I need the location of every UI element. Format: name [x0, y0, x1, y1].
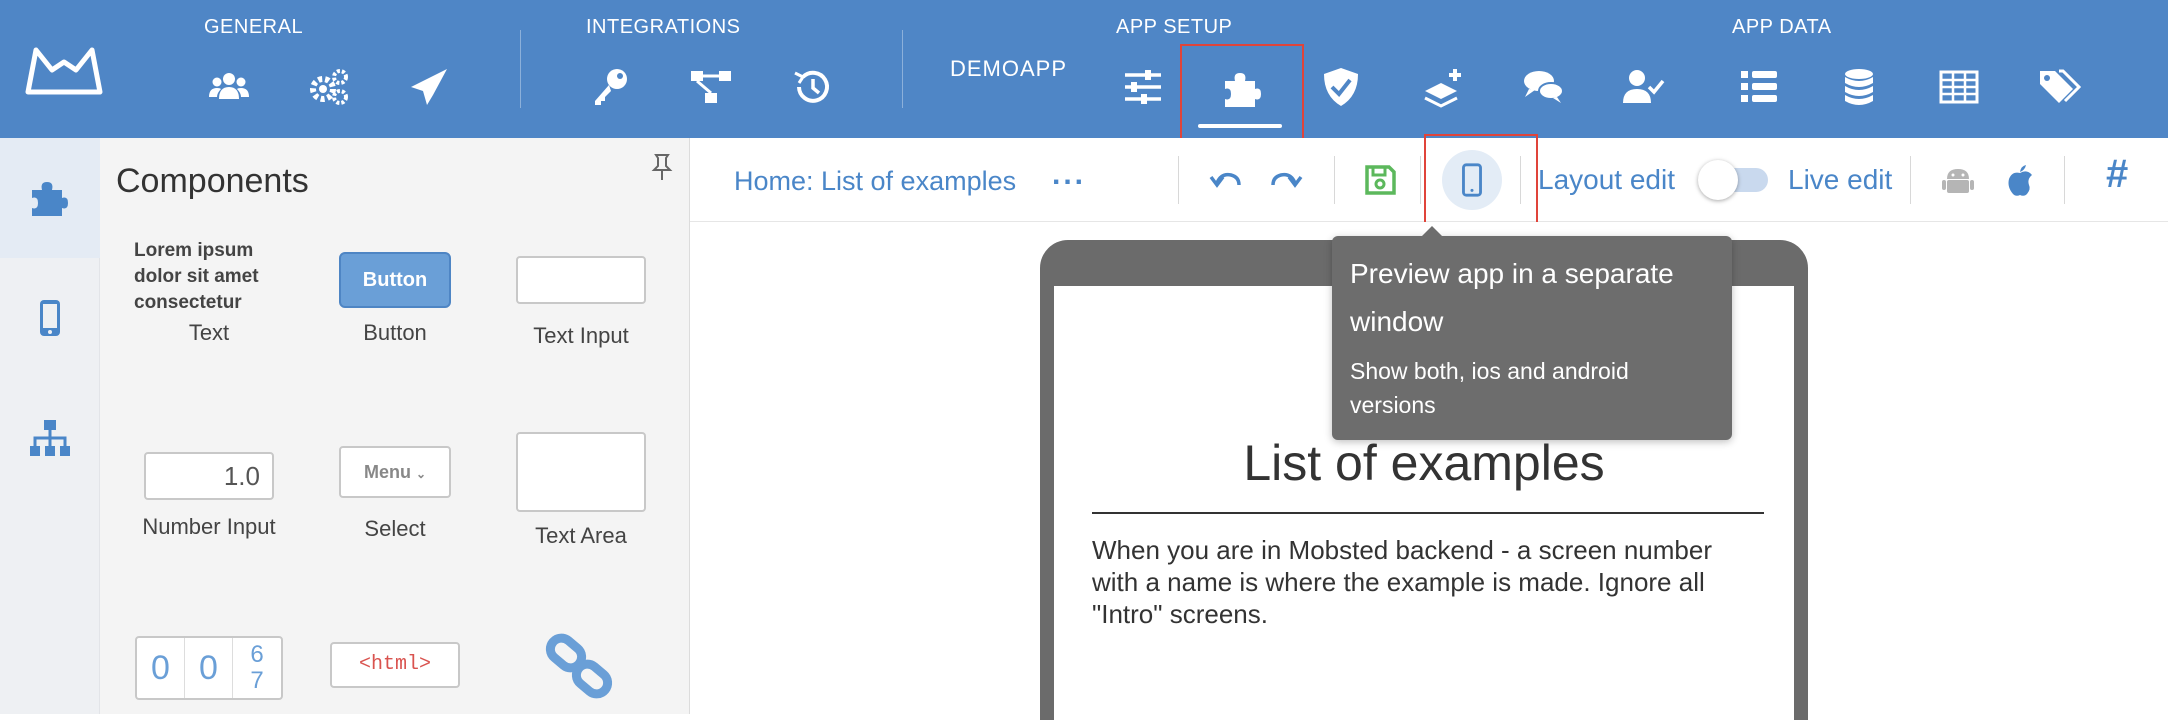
redo-icon[interactable] [1262, 156, 1310, 204]
flow-icon[interactable] [686, 62, 736, 112]
text-input-preview [516, 256, 646, 304]
tags-icon[interactable] [2034, 62, 2084, 112]
edit-mode-toggle[interactable] [1698, 160, 1770, 200]
screen-paragraph: When you are in Mobsted backend - a scre… [1092, 535, 1713, 629]
left-rail [0, 138, 100, 714]
mobile-icon [40, 300, 60, 336]
toolbar-divider [1910, 156, 1911, 204]
component-label: Text Input [533, 323, 629, 348]
component-counter[interactable]: 0 0 67 [116, 636, 302, 700]
button-preview: Button [339, 252, 451, 308]
gears-icon[interactable] [304, 62, 354, 112]
tooltip-subtitle: Show both, ios and android versions [1350, 358, 1629, 418]
select-preview: Menu ⌄ [339, 446, 451, 498]
app-name-label[interactable]: DEMOAPP [950, 56, 1067, 82]
rail-screens-button[interactable] [0, 258, 100, 378]
paper-plane-icon[interactable] [404, 62, 454, 112]
sitemap-icon [30, 420, 70, 456]
layers-plus-icon[interactable] [1418, 62, 1468, 112]
text-preview: Lorem ipsum dolor sit amet consectetur [134, 240, 259, 313]
breadcrumb[interactable]: Home: List of examples [734, 166, 1016, 197]
apple-icon[interactable] [1996, 156, 2044, 204]
toolbar-divider [2064, 156, 2065, 204]
number-input-preview: 1.0 [144, 452, 274, 500]
group-divider [520, 30, 521, 108]
component-text[interactable]: Lorem ipsum dolor sit amet consectetur T… [116, 238, 302, 346]
counter-digit: 7 [250, 667, 264, 694]
component-label: Button [363, 320, 427, 345]
counter-digit: 0 [185, 638, 233, 698]
component-link[interactable] [488, 628, 674, 713]
sliders-icon[interactable] [1118, 62, 1168, 112]
group-title-app-setup: APP SETUP [1116, 16, 1233, 38]
users-icon[interactable] [204, 62, 254, 112]
rail-components-button[interactable] [0, 138, 100, 258]
components-panel: Components Lorem ipsum dolor sit amet co… [100, 138, 690, 714]
chevron-down-icon: ⌄ [415, 467, 427, 481]
table-icon[interactable] [1934, 62, 1984, 112]
component-number-input[interactable]: 1.0 Number Input [116, 452, 302, 540]
history-icon[interactable] [788, 62, 838, 112]
toolbar-divider [1334, 156, 1335, 204]
mobsted-logo[interactable] [22, 40, 106, 100]
counter-digit: 0 [137, 638, 185, 698]
component-label: Text Area [535, 523, 627, 548]
screen-link-partial [1092, 706, 1352, 726]
toolbar-divider [1420, 156, 1421, 204]
android-icon[interactable] [1934, 156, 1982, 204]
link-icon [545, 633, 613, 699]
group-divider [902, 30, 903, 108]
toggle-knob [1698, 160, 1738, 200]
components-title: Components [116, 162, 309, 200]
top-navigation-bar: GENERAL INTEGRATIONS APP SETUP APP DATA … [0, 0, 2168, 138]
list-icon[interactable] [1734, 62, 1784, 112]
layout-edit-label[interactable]: Layout edit [1538, 164, 1675, 196]
key-icon[interactable] [586, 62, 636, 112]
group-title-integrations: INTEGRATIONS [586, 16, 741, 38]
component-select[interactable]: Menu ⌄ Select [302, 446, 488, 542]
toolbar-divider [1178, 156, 1179, 204]
more-options-button[interactable]: ... [1052, 158, 1086, 192]
screen-heading: List of examples [1243, 435, 1605, 491]
counter-digit-rolling: 67 [233, 638, 281, 698]
component-label: Select [364, 516, 426, 541]
puzzle-icon [32, 182, 68, 216]
html-preview: <html> [330, 642, 460, 688]
component-label: Number Input [142, 514, 276, 539]
user-check-icon[interactable] [1618, 62, 1668, 112]
counter-preview: 0 0 67 [135, 636, 283, 700]
preview-tooltip: Preview app in a separate window Show bo… [1332, 226, 1732, 440]
shield-check-icon[interactable] [1316, 62, 1366, 112]
live-edit-label[interactable]: Live edit [1788, 164, 1892, 196]
component-html[interactable]: <html> [302, 642, 488, 688]
group-title-app-data: APP DATA [1732, 16, 1832, 38]
highlight-box-preview [1424, 134, 1538, 232]
save-icon[interactable] [1356, 156, 1404, 204]
component-button[interactable]: Button Button [302, 252, 488, 346]
group-title-general: GENERAL [204, 16, 304, 38]
screen-divider [1092, 512, 1764, 514]
component-label: Text [188, 320, 230, 345]
undo-icon[interactable] [1202, 156, 1250, 204]
component-text-area[interactable]: Text Area [488, 432, 674, 549]
tooltip-title: Preview app in a separate window [1350, 258, 1674, 337]
component-text-input[interactable]: Text Input [488, 256, 674, 349]
chat-icon[interactable] [1518, 62, 1568, 112]
counter-digit: 6 [250, 641, 264, 668]
database-icon[interactable] [1834, 62, 1884, 112]
rail-sitemap-button[interactable] [0, 378, 100, 498]
select-preview-label: Menu [363, 462, 411, 482]
text-area-preview [516, 432, 646, 512]
hash-button[interactable]: # [2106, 152, 2128, 197]
pin-icon[interactable] [648, 152, 676, 182]
